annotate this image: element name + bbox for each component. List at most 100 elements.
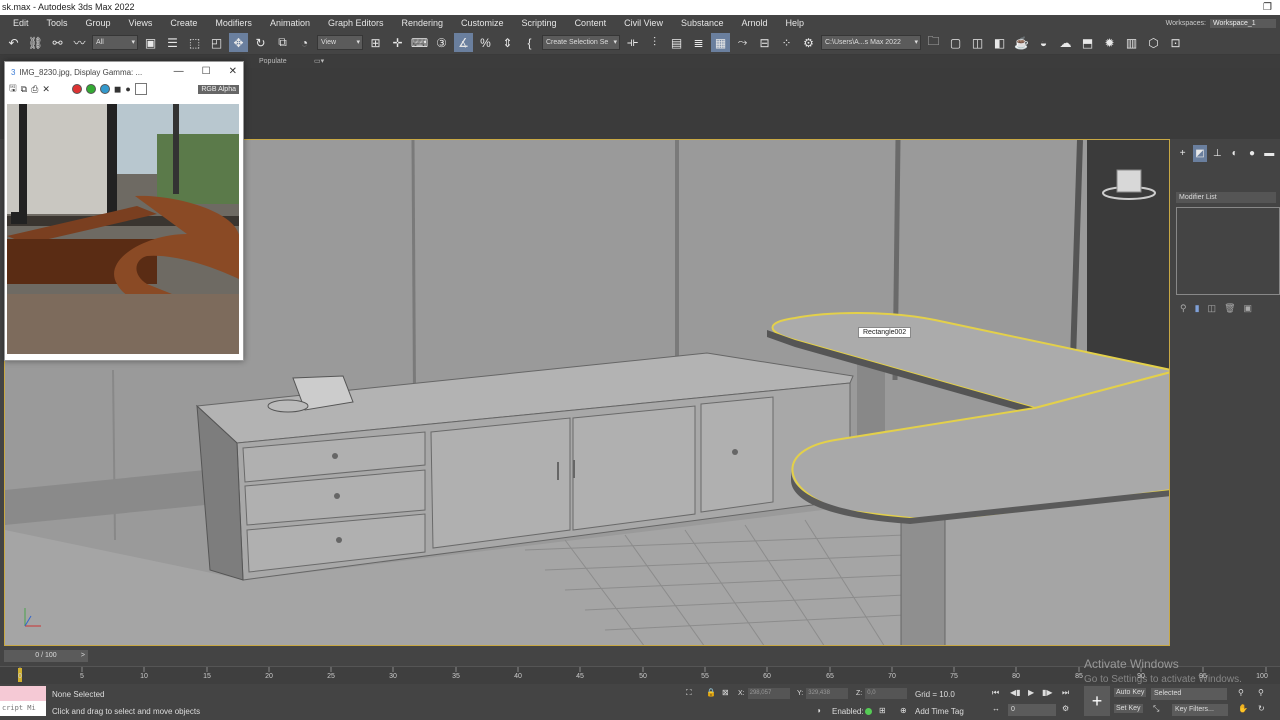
material-editor-icon[interactable]: ⁘ bbox=[777, 33, 796, 52]
asset-library-icon[interactable]: ▥ bbox=[1122, 33, 1141, 52]
select-manipulate-icon[interactable]: ✛ bbox=[388, 33, 407, 52]
create-tab-icon[interactable]: + bbox=[1176, 145, 1189, 162]
toggle-ribbon-icon[interactable]: ▦ bbox=[711, 33, 730, 52]
window-crossing-icon[interactable]: ◰ bbox=[207, 33, 226, 52]
save-image-icon[interactable]: 🖫 bbox=[9, 81, 17, 97]
copy-image-icon[interactable]: ⧉ bbox=[21, 84, 27, 95]
link-icon[interactable]: ⛓ bbox=[26, 33, 45, 52]
open-folder-icon[interactable]: 🗀 bbox=[924, 33, 943, 52]
enabled-indicator-icon[interactable] bbox=[865, 708, 872, 715]
select-rotate-icon[interactable]: ↻ bbox=[251, 33, 270, 52]
menu-rendering[interactable]: Rendering bbox=[393, 18, 453, 28]
curve-editor-icon[interactable]: ⤳ bbox=[733, 33, 752, 52]
adaptive-degradation-icon[interactable]: ◑ bbox=[816, 706, 821, 715]
undo-icon[interactable]: ↶ bbox=[4, 33, 23, 52]
next-frame-chevron-icon[interactable]: > bbox=[81, 650, 85, 662]
percent-snap-icon[interactable]: % bbox=[476, 33, 495, 52]
teapot-render-icon[interactable]: ☕ bbox=[1012, 33, 1031, 52]
goto-end-icon[interactable]: ⏭ bbox=[1062, 688, 1069, 698]
x-field[interactable]: 298,057 bbox=[747, 688, 790, 699]
substance-icon[interactable]: ⬡ bbox=[1144, 33, 1163, 52]
select-scale-icon[interactable]: ⧉ bbox=[273, 33, 292, 52]
menu-tools[interactable]: Tools bbox=[38, 18, 77, 28]
orbit-icon[interactable]: ↻ bbox=[1258, 704, 1265, 713]
render-window-icon[interactable]: ⬒ bbox=[1078, 33, 1097, 52]
goto-start-icon[interactable]: ⏮ bbox=[992, 688, 999, 698]
previous-frame-icon[interactable]: ◀▮ bbox=[1010, 688, 1021, 697]
print-image-icon[interactable]: ⎙ bbox=[31, 84, 38, 95]
scene-explorer-icon[interactable]: ▤ bbox=[667, 33, 686, 52]
render-production-icon[interactable]: ◫ bbox=[968, 33, 987, 52]
maxscript-input[interactable]: cript Mi bbox=[0, 701, 46, 716]
unlink-icon[interactable]: ⚯ bbox=[48, 33, 67, 52]
active-shade-icon[interactable]: ◒ bbox=[1034, 33, 1053, 52]
menu-views[interactable]: Views bbox=[120, 18, 162, 28]
maxscript-output[interactable] bbox=[0, 686, 46, 701]
ref-coord-dropdown[interactable]: View bbox=[317, 35, 363, 50]
pan-view-icon[interactable]: ✋ bbox=[1238, 704, 1248, 713]
grid-toggle-icon[interactable]: ⊞ bbox=[879, 706, 886, 715]
auto-key-button[interactable]: Auto Key bbox=[1114, 688, 1147, 697]
snap-toggle-icon[interactable]: ③ bbox=[432, 33, 451, 52]
select-move-icon[interactable]: ✥ bbox=[229, 33, 248, 52]
edit-named-selection-icon[interactable]: { bbox=[520, 33, 539, 52]
menu-civil-view[interactable]: Civil View bbox=[615, 18, 672, 28]
green-channel-icon[interactable] bbox=[85, 84, 96, 94]
menu-substance[interactable]: Substance bbox=[672, 18, 733, 28]
motion-tab-icon[interactable]: ◐ bbox=[1228, 145, 1241, 162]
mirror-icon[interactable]: ⟛ bbox=[623, 33, 642, 52]
clear-image-icon[interactable]: ✕ bbox=[42, 84, 50, 95]
z-field[interactable]: 0,0 bbox=[865, 688, 908, 699]
rect-selection-icon[interactable]: ⬚ bbox=[185, 33, 204, 52]
key-filters-button[interactable]: Key Filters... bbox=[1172, 704, 1228, 716]
menu-graph-editors[interactable]: Graph Editors bbox=[319, 18, 393, 28]
minimize-icon[interactable]: — bbox=[174, 66, 184, 77]
layer-explorer-icon[interactable]: ≣ bbox=[689, 33, 708, 52]
menu-help[interactable]: Help bbox=[776, 18, 813, 28]
utilities-tab-icon[interactable]: ▬ bbox=[1263, 145, 1276, 162]
time-config-icon[interactable]: ⚙ bbox=[1062, 704, 1069, 713]
named-selection-dropdown[interactable]: Create Selection Se bbox=[542, 35, 620, 50]
set-key-button[interactable]: Set Key bbox=[1114, 704, 1143, 713]
selection-lock-icon[interactable]: 🔒 bbox=[706, 688, 716, 697]
keyboard-shortcut-icon[interactable]: ⌨ bbox=[410, 33, 429, 52]
modifier-stack[interactable] bbox=[1176, 207, 1280, 295]
maximize-icon[interactable]: ☐ bbox=[202, 66, 211, 77]
background-swatch[interactable] bbox=[134, 83, 147, 95]
render-iterative-icon[interactable]: ◧ bbox=[990, 33, 1009, 52]
spinner-snap-icon[interactable]: ⇕ bbox=[498, 33, 517, 52]
menu-customize[interactable]: Customize bbox=[452, 18, 513, 28]
modify-tab-icon[interactable]: ◩ bbox=[1193, 145, 1207, 162]
ribbon-options-icon[interactable]: ▭▾ bbox=[314, 55, 324, 68]
key-set-dropdown[interactable]: Selected bbox=[1151, 688, 1227, 700]
render-setup-icon[interactable]: ⚙ bbox=[799, 33, 818, 52]
zoom-all-icon[interactable]: ⚲ bbox=[1258, 688, 1264, 697]
monochrome-icon[interactable]: ● bbox=[125, 84, 130, 94]
red-channel-icon[interactable] bbox=[71, 84, 82, 94]
bind-space-warp-icon[interactable]: 〰 bbox=[70, 33, 89, 52]
time-slider[interactable]: 0 / 100 > bbox=[4, 650, 88, 662]
zoom-icon[interactable]: ⚲ bbox=[1238, 688, 1244, 697]
menu-arnold[interactable]: Arnold bbox=[732, 18, 776, 28]
isolate-selection-icon[interactable]: ⛶ bbox=[686, 688, 692, 698]
select-object-icon[interactable]: ▣ bbox=[141, 33, 160, 52]
hierarchy-tab-icon[interactable]: ⊥ bbox=[1211, 145, 1224, 162]
workspace-dropdown[interactable]: Workspace_1 bbox=[1210, 18, 1276, 28]
pin-stack-icon[interactable]: ⚲ bbox=[1180, 303, 1187, 314]
render-cloud-icon[interactable]: ☁ bbox=[1056, 33, 1075, 52]
menu-animation[interactable]: Animation bbox=[261, 18, 319, 28]
ribbon-populate-tab[interactable]: Populate bbox=[259, 55, 287, 68]
blue-channel-icon[interactable] bbox=[99, 84, 110, 94]
next-frame-icon[interactable]: ▮▶ bbox=[1042, 688, 1053, 697]
show-end-result-icon[interactable]: ▮ bbox=[1195, 303, 1200, 314]
remove-modifier-icon[interactable]: 🗑 bbox=[1224, 303, 1235, 314]
display-tab-icon[interactable]: ● bbox=[1245, 145, 1258, 162]
channel-display-dropdown[interactable]: RGB Alpha bbox=[198, 84, 239, 94]
schematic-view-icon[interactable]: ⊟ bbox=[755, 33, 774, 52]
key-mode-icon[interactable]: ↔ bbox=[992, 704, 1000, 713]
alpha-channel-icon[interactable]: ◼ bbox=[114, 84, 121, 95]
make-unique-icon[interactable]: ◫ bbox=[1208, 303, 1217, 314]
play-icon[interactable]: ▶ bbox=[1028, 688, 1034, 697]
menu-modifiers[interactable]: Modifiers bbox=[206, 18, 261, 28]
align-icon[interactable]: ⫶ bbox=[645, 33, 664, 52]
